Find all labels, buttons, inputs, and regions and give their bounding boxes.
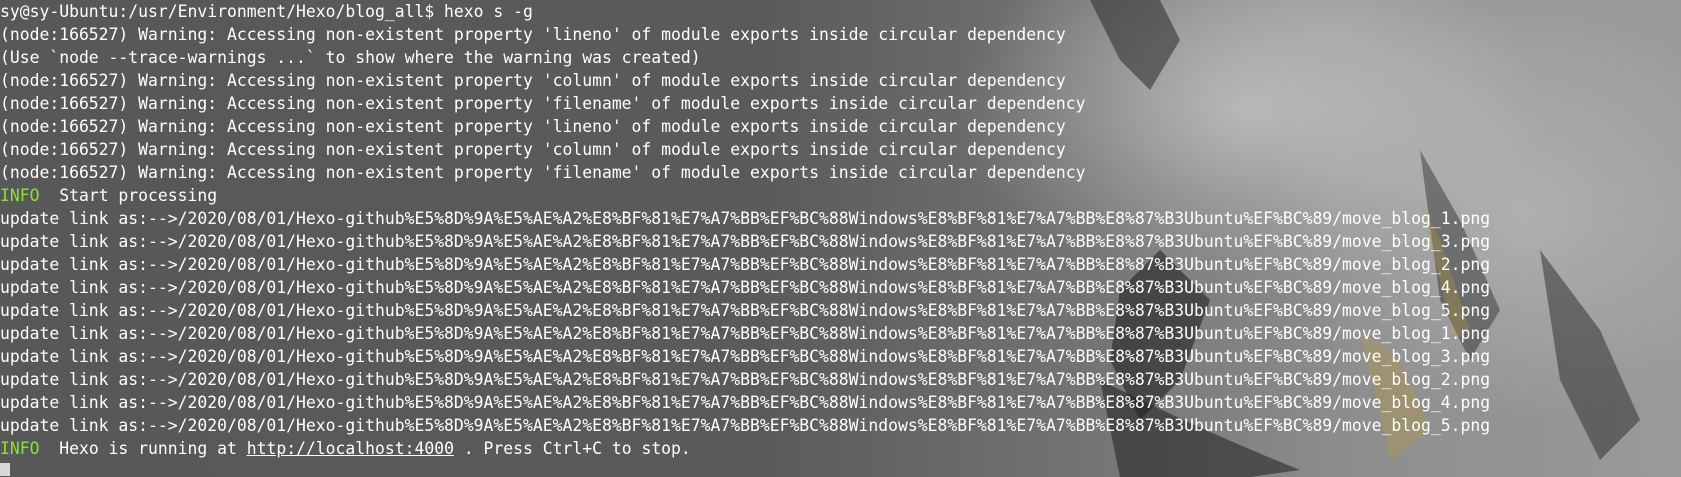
localhost-url-link[interactable]: http://localhost:4000 — [247, 439, 454, 458]
info-running-line: INFO Hexo is running at http://localhost… — [0, 437, 691, 460]
warning-line: (node:166527) Warning: Accessing non-exi… — [0, 117, 1066, 136]
info-message: Hexo is running at — [39, 439, 247, 458]
warning-line: (node:166527) Warning: Accessing non-exi… — [0, 94, 1086, 113]
update-link-line: update link as:-->/2020/08/01/Hexo-githu… — [0, 393, 1491, 412]
update-link-line: update link as:-->/2020/08/01/Hexo-githu… — [0, 324, 1491, 343]
info-message: Start processing — [39, 186, 218, 205]
warning-line: (node:166527) Warning: Accessing non-exi… — [0, 140, 1066, 159]
update-link-line: update link as:-->/2020/08/01/Hexo-githu… — [0, 370, 1491, 389]
update-link-line: update link as:-->/2020/08/01/Hexo-githu… — [0, 347, 1491, 366]
prompt-line: sy@sy-Ubuntu:/usr/Environment/Hexo/blog_… — [0, 2, 533, 21]
terminal-cursor — [0, 463, 10, 476]
update-link-line: update link as:-->/2020/08/01/Hexo-githu… — [0, 278, 1491, 297]
update-link-line: update link as:-->/2020/08/01/Hexo-githu… — [0, 416, 1491, 435]
warning-line: (node:166527) Warning: Accessing non-exi… — [0, 71, 1066, 90]
info-tag: INFO — [0, 186, 40, 205]
warning-line: (Use `node --trace-warnings ...` to show… — [0, 48, 701, 67]
warning-line: (node:166527) Warning: Accessing non-exi… — [0, 25, 1066, 44]
info-tag: INFO — [0, 439, 40, 458]
warning-line: (node:166527) Warning: Accessing non-exi… — [0, 163, 1086, 182]
update-link-line: update link as:-->/2020/08/01/Hexo-githu… — [0, 255, 1491, 274]
terminal-window[interactable]: sy@sy-Ubuntu:/usr/Environment/Hexo/blog_… — [0, 0, 1681, 477]
update-link-line: update link as:-->/2020/08/01/Hexo-githu… — [0, 209, 1491, 228]
update-link-line: update link as:-->/2020/08/01/Hexo-githu… — [0, 301, 1491, 320]
update-link-line: update link as:-->/2020/08/01/Hexo-githu… — [0, 232, 1491, 251]
info-suffix: . Press Ctrl+C to stop. — [453, 439, 691, 458]
info-start-line: INFO Start processing — [0, 184, 217, 207]
